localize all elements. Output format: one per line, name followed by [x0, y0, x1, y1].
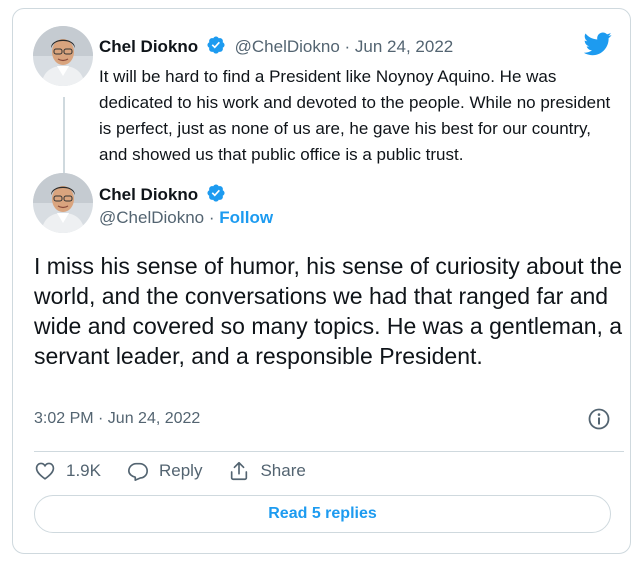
like-count: 1.9K [66, 461, 101, 480]
thread-connector-line [63, 97, 65, 175]
share-label: Share [260, 461, 306, 480]
avatar[interactable] [33, 173, 93, 233]
divider [34, 451, 624, 452]
author-handle[interactable]: @ChelDiokno [99, 208, 204, 227]
author-handle[interactable]: @ChelDiokno [235, 37, 340, 56]
author-name[interactable]: Chel Diokno [99, 37, 198, 56]
info-icon[interactable] [587, 407, 611, 436]
embedded-tweet-card: Chel Diokno @ChelDiokno · Jun 24, 2022 I… [12, 8, 631, 554]
meta-separator: · [344, 37, 351, 56]
tweet-actions: 1.9K Reply Share [34, 458, 332, 484]
tweet-timestamp[interactable]: 3:02 PM · Jun 24, 2022 [34, 410, 200, 428]
heart-icon [35, 462, 55, 480]
main-tweet-text: I miss his sense of humor, his sense of … [34, 253, 623, 369]
avatar[interactable] [33, 26, 93, 86]
author-name[interactable]: Chel Diokno [99, 185, 198, 204]
share-icon [231, 461, 248, 481]
verified-badge-icon [206, 183, 226, 208]
tweet-date[interactable]: Jun 24, 2022 [355, 37, 453, 56]
read-replies-button[interactable]: Read 5 replies [34, 495, 611, 533]
verified-badge-icon [206, 35, 226, 60]
reply-label: Reply [158, 461, 203, 480]
quoted-tweet-text: It will be hard to find a President like… [99, 67, 611, 164]
twitter-bird-icon[interactable] [583, 32, 612, 61]
follow-button[interactable]: Follow [219, 208, 273, 227]
main-tweet-author: Chel Diokno [99, 183, 226, 208]
meta-separator: · [208, 208, 215, 227]
reply-button[interactable]: Reply [127, 460, 202, 482]
reply-icon [127, 462, 148, 481]
quoted-tweet-header: Chel Diokno @ChelDiokno · Jun 24, 2022 [99, 35, 453, 60]
share-button[interactable]: Share [228, 460, 306, 482]
main-tweet-handle-row: @ChelDiokno · Follow [99, 208, 273, 228]
avatar-photo-icon [33, 173, 93, 233]
avatar-photo-icon [33, 26, 93, 86]
like-button[interactable]: 1.9K [34, 460, 101, 482]
